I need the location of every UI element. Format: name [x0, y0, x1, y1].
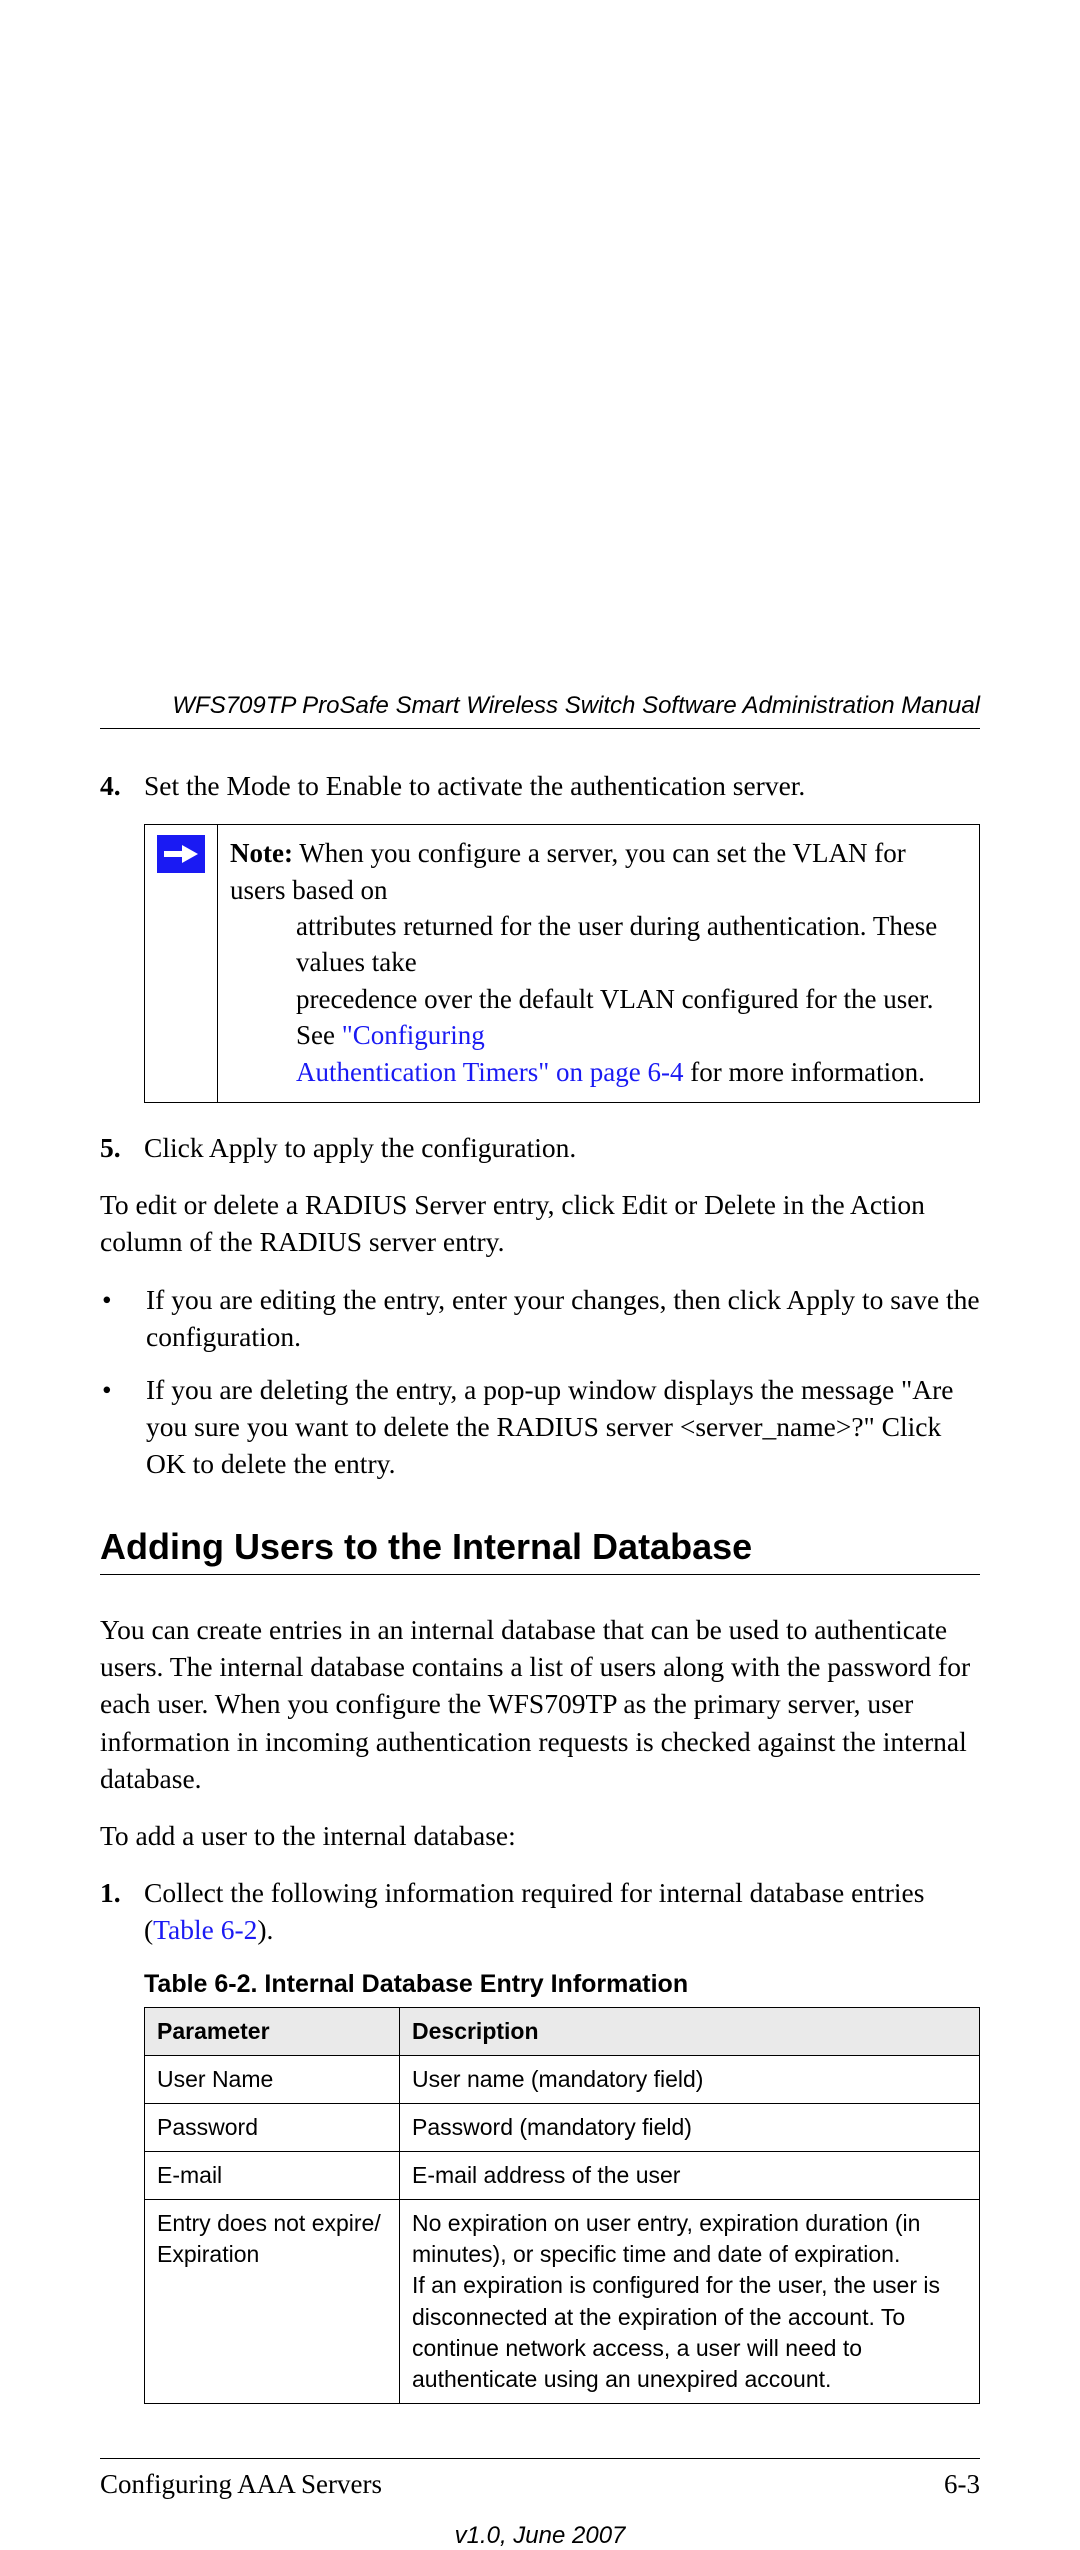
note-line1: When you configure a server, you can set… [230, 838, 906, 904]
cell-param: E-mail [145, 2152, 400, 2200]
config-auth-timers-link[interactable]: "Configuring [342, 1020, 485, 1050]
step-4-text: Set the Mode to Enable to activate the a… [144, 767, 980, 804]
step-5-text: Click Apply to apply the configuration. [144, 1129, 980, 1166]
note-text: Note: When you configure a server, you c… [218, 825, 979, 1102]
table-row: User Name User name (mandatory field) [145, 2056, 980, 2104]
th-parameter: Parameter [145, 2008, 400, 2056]
cell-desc: E-mail address of the user [400, 2152, 980, 2200]
cell-desc: Password (mandatory field) [400, 2104, 980, 2152]
table-header-row: Parameter Description [145, 2008, 980, 2056]
running-header: WFS709TP ProSafe Smart Wireless Switch S… [100, 692, 980, 729]
note-line4b: for more information. [683, 1057, 924, 1087]
footer-page-number: 6-3 [944, 2469, 980, 2500]
step-5-number: 5. [100, 1129, 144, 1166]
step-1-number: 1. [100, 1874, 144, 1948]
bullet-edit: • If you are editing the entry, enter yo… [100, 1281, 980, 1355]
step-1-text-b: ). [257, 1914, 273, 1945]
bullet-delete: • If you are deleting the entry, a pop-u… [100, 1371, 980, 1482]
table-row: E-mail E-mail address of the user [145, 2152, 980, 2200]
cell-param: Password [145, 2104, 400, 2152]
footer-section-title: Configuring AAA Servers [100, 2469, 382, 2500]
note-box: Note: When you configure a server, you c… [144, 824, 980, 1103]
table-row: Entry does not expire/ Expiration No exp… [145, 2200, 980, 2403]
step-4: 4. Set the Mode to Enable to activate th… [100, 767, 980, 804]
note-label: Note: [230, 838, 293, 868]
table-6-2-link[interactable]: Table 6-2 [153, 1914, 257, 1945]
step-5: 5. Click Apply to apply the configuratio… [100, 1129, 980, 1166]
note-icon-cell [145, 825, 218, 1102]
bullet-edit-text: If you are editing the entry, enter your… [146, 1281, 980, 1355]
table-row: Password Password (mandatory field) [145, 2104, 980, 2152]
cell-param: User Name [145, 2056, 400, 2104]
step-4-number: 4. [100, 767, 144, 804]
bullet-icon: • [100, 1281, 146, 1355]
footer-version: v1.0, June 2007 [100, 2522, 980, 2550]
bullet-delete-text: If you are deleting the entry, a pop-up … [146, 1371, 980, 1482]
para-edit-delete: To edit or delete a RADIUS Server entry,… [100, 1186, 980, 1260]
section-heading-adding-users: Adding Users to the Internal Database [100, 1526, 980, 1575]
step-1: 1. Collect the following information req… [100, 1874, 980, 1948]
para-intro: You can create entries in an internal da… [100, 1611, 980, 1797]
config-auth-timers-link-cont[interactable]: Authentication Timers" on page 6-4 [296, 1057, 683, 1087]
th-description: Description [400, 2008, 980, 2056]
para-toadd: To add a user to the internal database: [100, 1817, 980, 1854]
cell-desc: User name (mandatory field) [400, 2056, 980, 2104]
internal-db-table: Parameter Description User Name User nam… [144, 2007, 980, 2403]
table-caption: Table 6-2. Internal Database Entry Infor… [144, 1970, 980, 1999]
page: WFS709TP ProSafe Smart Wireless Switch S… [0, 0, 1080, 2550]
arrow-right-icon [157, 835, 205, 873]
page-footer: Configuring AAA Servers 6-3 [100, 2458, 980, 2500]
cell-param: Entry does not expire/ Expiration [145, 2200, 400, 2403]
step-1-text: Collect the following information requir… [144, 1874, 980, 1948]
bullet-icon: • [100, 1371, 146, 1482]
note-line2: attributes returned for the user during … [230, 908, 961, 981]
cell-desc: No expiration on user entry, expiration … [400, 2200, 980, 2403]
